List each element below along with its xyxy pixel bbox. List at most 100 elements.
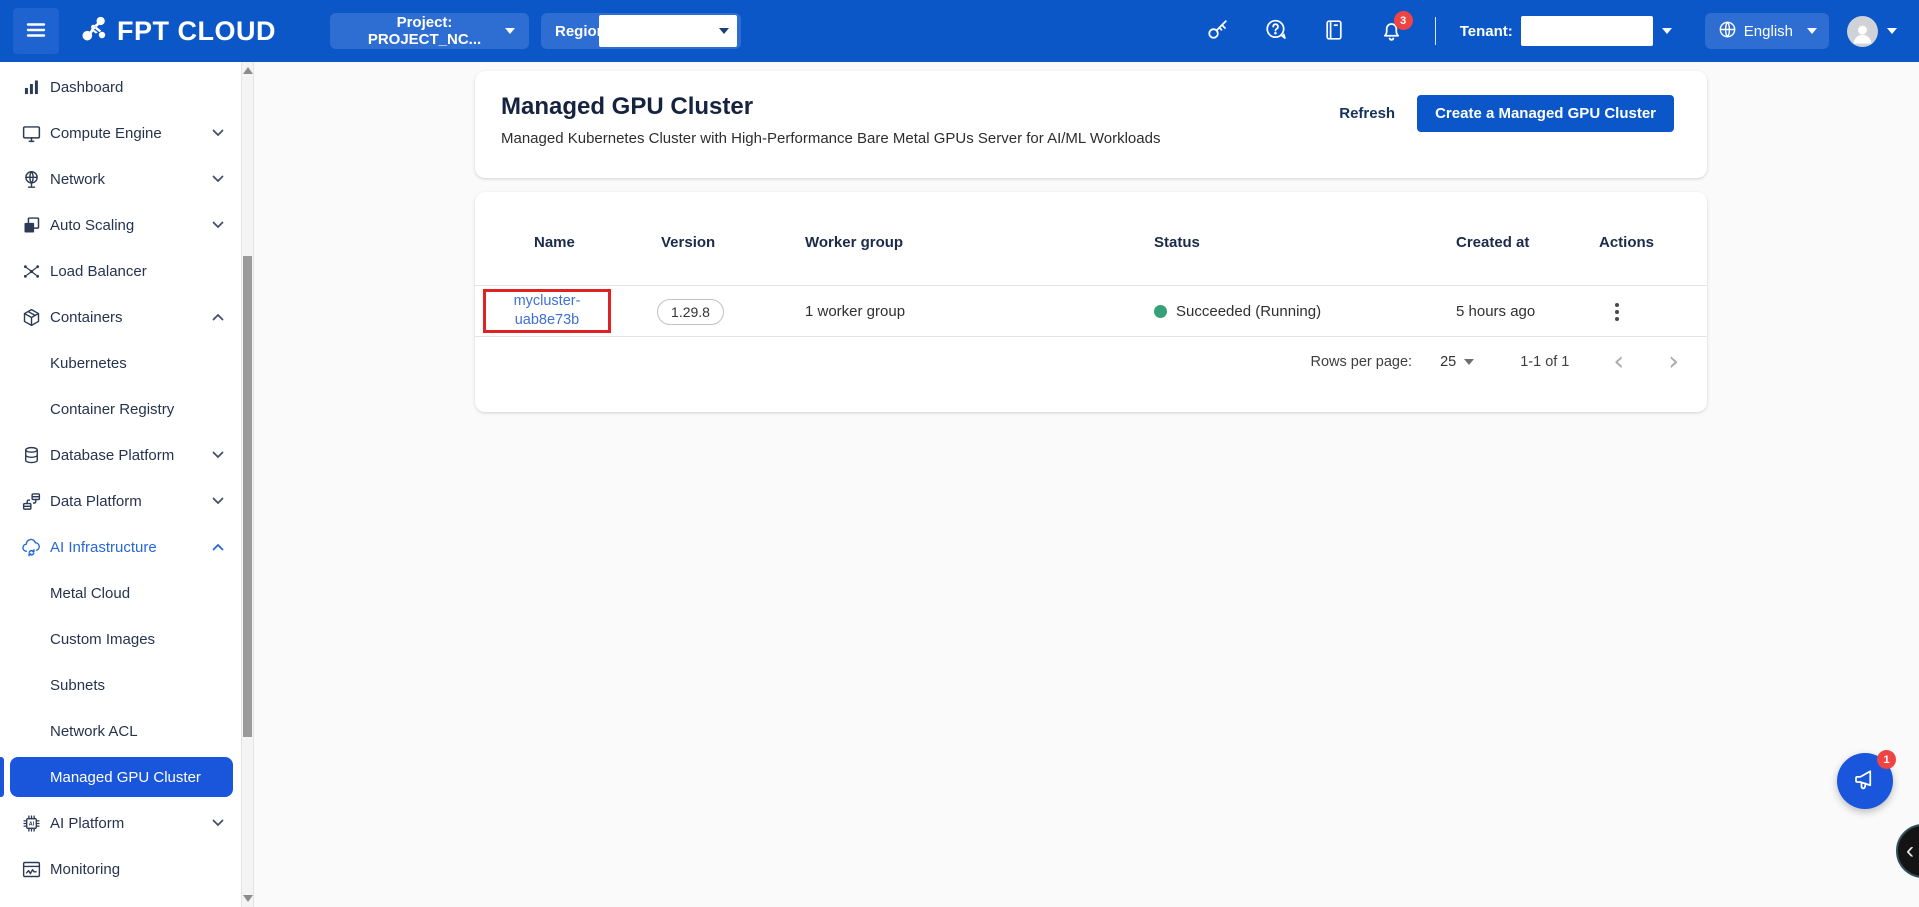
- sidebar-item-label: AI Platform: [50, 815, 124, 832]
- support-button[interactable]: [1263, 18, 1289, 44]
- molecule-logo-icon: [78, 12, 110, 51]
- cluster-name-link[interactable]: mycluster-uab8e73b: [497, 292, 597, 330]
- api-key-button[interactable]: [1205, 18, 1231, 44]
- sidebar-item-containers[interactable]: Containers: [0, 294, 241, 340]
- sidebar-item-label: Metal Cloud: [50, 585, 130, 602]
- region-selector[interactable]: Region: [541, 13, 741, 49]
- sidebar-item-container-registry[interactable]: Container Registry: [0, 386, 241, 432]
- language-selector[interactable]: English: [1705, 13, 1829, 49]
- sidebar-item-label: Kubernetes: [50, 355, 127, 372]
- notification-count-badge: 3: [1394, 11, 1413, 30]
- sidebar-item-subnets[interactable]: Subnets: [0, 662, 241, 708]
- avatar: [1847, 16, 1878, 47]
- actions-cell: [1599, 297, 1707, 327]
- sidebar-item-kubernetes[interactable]: Kubernetes: [0, 340, 241, 386]
- sidebar-item-compute-engine[interactable]: Compute Engine: [0, 110, 241, 156]
- sidebar-item-ai-platform[interactable]: AI AI Platform: [0, 800, 241, 846]
- chevron-down-icon: [212, 451, 224, 459]
- monitoring-window-icon: [20, 859, 42, 880]
- sidebar-item-label: Network: [50, 171, 105, 188]
- region-value-redacted: [599, 15, 737, 47]
- annotation-highlight-box: mycluster-uab8e73b: [483, 289, 611, 333]
- tenant-label: Tenant:: [1460, 23, 1513, 40]
- database-icon: [20, 445, 42, 466]
- sidebar-scrollbar[interactable]: [241, 62, 254, 907]
- chevron-down-icon: [212, 129, 224, 137]
- sidebar-item-label: Monitoring: [50, 861, 120, 878]
- main-content: Managed GPU Cluster Managed Kubernetes C…: [254, 62, 1919, 907]
- sidebar-item-database-platform[interactable]: Database Platform: [0, 432, 241, 478]
- status-dot-icon: [1154, 305, 1167, 318]
- data-stack-icon: [20, 491, 42, 512]
- chevron-down-icon: [1464, 359, 1474, 365]
- tenant-selector[interactable]: [1659, 18, 1675, 44]
- chevron-down-icon: [1662, 28, 1672, 34]
- sidebar-item-label: AI Infrastructure: [50, 539, 157, 556]
- row-actions-menu-button[interactable]: [1609, 297, 1625, 327]
- sidebar-item-data-platform[interactable]: Data Platform: [0, 478, 241, 524]
- hamburger-icon: [24, 18, 48, 45]
- active-item-indicator: [0, 757, 4, 797]
- chevron-down-icon: [1807, 28, 1817, 34]
- project-selector[interactable]: Project: PROJECT_NC...: [330, 13, 529, 49]
- scroll-down-arrow-icon[interactable]: [243, 895, 253, 902]
- book-icon: [1322, 18, 1346, 45]
- project-selector-label: Project: PROJECT_NC...: [344, 14, 505, 48]
- column-header-version: Version: [661, 234, 805, 251]
- sidebar-item-label: Auto Scaling: [50, 217, 134, 234]
- sidebar-item-auto-scaling[interactable]: Auto Scaling: [0, 202, 241, 248]
- sidebar: Dashboard Compute Engine Network Auto Sc…: [0, 62, 241, 907]
- sidebar-item-dashboard[interactable]: Dashboard: [0, 64, 241, 110]
- sidebar-item-custom-images[interactable]: Custom Images: [0, 616, 241, 662]
- navbar-right-group: 3 Tenant: English: [1173, 13, 1919, 49]
- pagination-range: 1-1 of 1: [1520, 354, 1569, 370]
- sidebar-item-monitoring[interactable]: Monitoring: [0, 846, 241, 892]
- create-cluster-button[interactable]: Create a Managed GPU Cluster: [1417, 95, 1674, 132]
- next-page-button[interactable]: ›: [1668, 352, 1679, 372]
- chevron-down-icon: [212, 497, 224, 505]
- refresh-button[interactable]: Refresh: [1329, 99, 1405, 128]
- layers-icon: [20, 215, 42, 236]
- sidebar-nav: Dashboard Compute Engine Network Auto Sc…: [0, 62, 241, 892]
- sidebar-item-managed-gpu-cluster[interactable]: Managed GPU Cluster: [10, 757, 233, 797]
- notifications-button[interactable]: 3: [1379, 18, 1405, 44]
- bar-chart-icon: [20, 77, 42, 98]
- chevron-down-icon: [212, 819, 224, 827]
- chevron-down-icon: [505, 28, 515, 34]
- announcements-fab[interactable]: 1: [1837, 753, 1893, 809]
- header-actions: Refresh Create a Managed GPU Cluster: [1329, 95, 1674, 132]
- monitor-icon: [20, 123, 42, 144]
- column-header-created-at: Created at: [1456, 234, 1599, 251]
- column-header-name: Name: [475, 234, 661, 251]
- column-header-worker-group: Worker group: [805, 234, 1154, 251]
- scrollbar-thumb[interactable]: [243, 256, 252, 737]
- sidebar-item-network[interactable]: Network: [0, 156, 241, 202]
- menu-button[interactable]: [13, 8, 59, 54]
- version-cell: 1.29.8: [661, 299, 805, 325]
- table-header-row: Name Version Worker group Status Created…: [475, 200, 1707, 286]
- account-menu-button[interactable]: [1847, 16, 1897, 47]
- rows-per-page-select[interactable]: 25: [1440, 354, 1474, 370]
- version-chip: 1.29.8: [657, 299, 724, 325]
- sidebar-item-label: Network ACL: [50, 723, 138, 740]
- cloud-sync-icon: [20, 537, 42, 558]
- sidebar-item-label: Compute Engine: [50, 125, 162, 142]
- previous-page-button[interactable]: ‹: [1613, 352, 1624, 372]
- sidebar-item-load-balancer[interactable]: Load Balancer: [0, 248, 241, 294]
- chevron-down-icon: [212, 175, 224, 183]
- language-label: English: [1744, 23, 1793, 40]
- fpt-cloud-logo[interactable]: FPT CLOUD: [78, 12, 276, 51]
- scroll-up-arrow-icon[interactable]: [243, 67, 253, 74]
- navbar-divider: [1435, 17, 1436, 45]
- documentation-button[interactable]: [1321, 18, 1347, 44]
- sidebar-item-label: Data Platform: [50, 493, 142, 510]
- sidebar-item-metal-cloud[interactable]: Metal Cloud: [0, 570, 241, 616]
- sidebar-item-network-acl[interactable]: Network ACL: [0, 708, 241, 754]
- worker-group-cell: 1 worker group: [805, 303, 1154, 320]
- sidebar-item-ai-infrastructure[interactable]: AI Infrastructure: [0, 524, 241, 570]
- sidebar-item-label: Container Registry: [50, 401, 174, 418]
- nodes-icon: [20, 261, 42, 282]
- sidebar-item-label: Managed GPU Cluster: [50, 769, 201, 786]
- sidebar-item-label: Dashboard: [50, 79, 123, 96]
- column-header-actions: Actions: [1599, 234, 1707, 251]
